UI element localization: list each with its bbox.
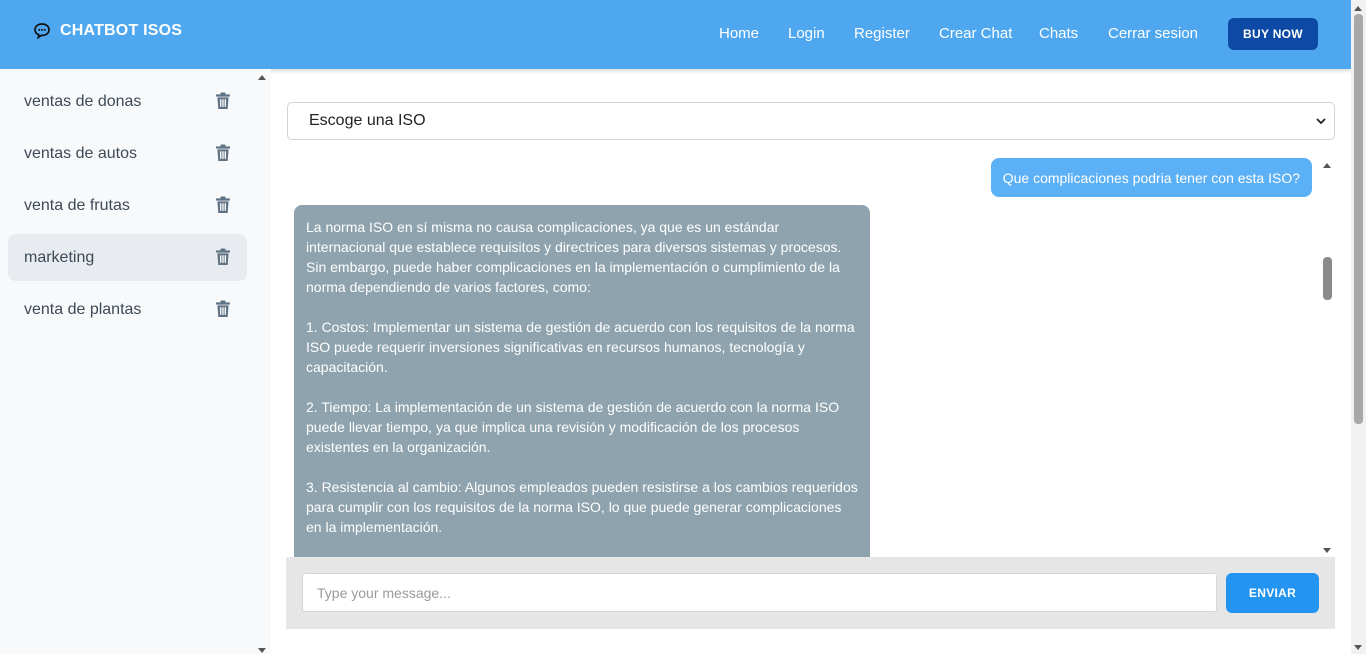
nav-register[interactable]: Register [854,25,910,42]
user-message: Que complicaciones podria tener con esta… [990,158,1312,197]
nav-login[interactable]: Login [788,25,825,42]
sidebar-item-label: ventas de autos [24,144,137,162]
nav-crear-chat[interactable]: Crear Chat [939,25,1012,42]
sidebar-item[interactable]: marketing [8,234,247,281]
page-scroll-down-arrow[interactable] [1354,645,1362,650]
bot-message: La norma ISO en sí misma no causa compli… [294,205,870,557]
page-scroll-up-arrow[interactable] [1354,6,1362,11]
nav-home[interactable]: Home [719,25,759,42]
sidebar-item[interactable]: venta de frutas [8,182,247,229]
bot-message-paragraph: La norma ISO en sí misma no causa compli… [306,219,842,295]
sidebar-item-label: ventas de donas [24,92,142,110]
sidebar-item[interactable]: ventas de donas [8,78,247,125]
iso-select[interactable]: Escoge una ISO [287,102,1335,140]
sidebar-item-label: venta de frutas [24,196,130,214]
buy-now-button[interactable]: BUY NOW [1228,18,1318,50]
message-composer: ENVIAR [286,557,1335,629]
main-nav: Home Login Register Crear Chat Chats Cer… [0,25,1351,45]
sidebar-item-label: venta de plantas [24,300,142,318]
chat-scrollbar-thumb[interactable] [1323,257,1332,300]
iso-select-value: Escoge una ISO [309,112,426,129]
sidebar-item-label: marketing [24,248,95,266]
bot-message-paragraph: 3. Resistencia al cambio: Algunos emplea… [306,479,858,535]
top-navbar: CHATBOT ISOS Home Login Register Crear C… [0,0,1351,69]
nav-cerrar-sesion[interactable]: Cerrar sesion [1108,25,1198,42]
trash-icon[interactable] [215,144,231,162]
trash-icon[interactable] [215,300,231,318]
chat-scroll-down-arrow[interactable] [1323,548,1331,553]
chevron-down-icon [1316,118,1326,125]
trash-icon[interactable] [215,196,231,214]
sidebar-scroll-down-arrow[interactable] [258,648,266,653]
trash-icon[interactable] [215,248,231,266]
sidebar-scroll-up-arrow[interactable] [258,75,266,80]
page-scrollbar-thumb[interactable] [1354,14,1363,424]
trash-icon[interactable] [215,92,231,110]
bot-message-paragraph: 1. Costos: Implementar un sistema de ges… [306,319,855,375]
sidebar-item[interactable]: venta de plantas [8,286,247,333]
chat-messages: Que complicaciones podria tener con esta… [287,157,1335,557]
send-button[interactable]: ENVIAR [1226,573,1319,613]
bot-message-paragraph: 2. Tiempo: La implementación de un siste… [306,399,840,455]
chat-scroll-up-arrow[interactable] [1323,163,1331,168]
nav-chats[interactable]: Chats [1039,25,1078,42]
sidebar-item[interactable]: ventas de autos [8,130,247,177]
message-input[interactable] [302,573,1217,612]
